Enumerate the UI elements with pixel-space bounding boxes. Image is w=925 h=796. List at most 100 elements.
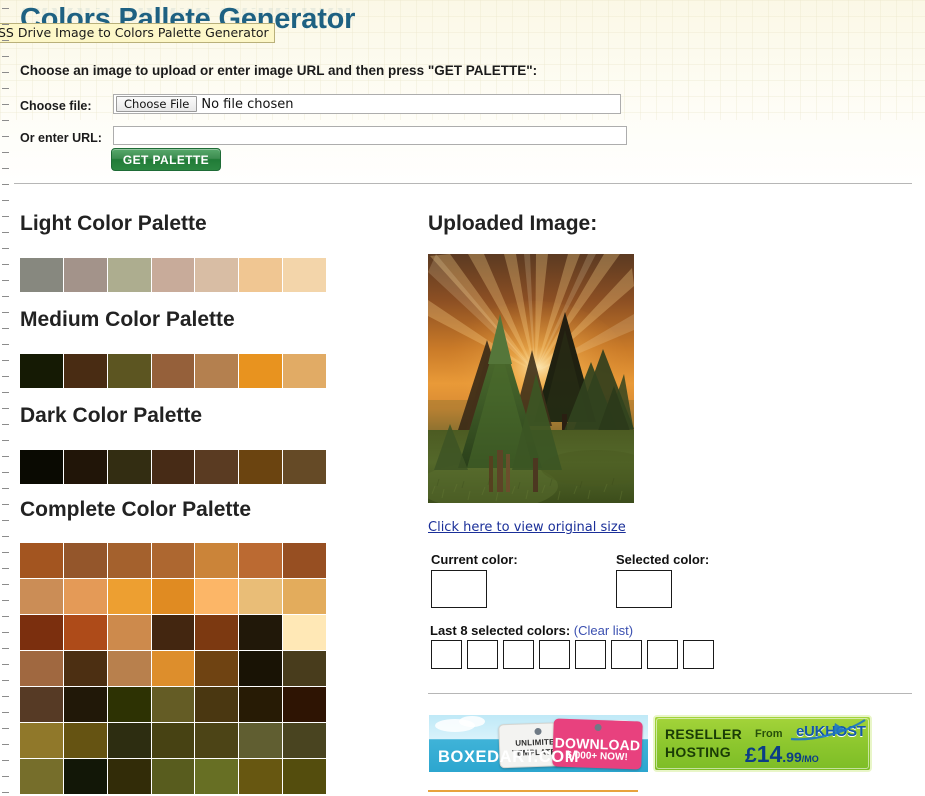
complete-palette-swatch[interactable] [283,723,326,758]
complete-palette-swatch[interactable] [283,651,326,686]
light-palette-swatch[interactable] [283,258,327,292]
light-palette-swatch[interactable] [239,258,284,292]
complete-palette-swatch[interactable] [239,687,283,722]
complete-palette-swatch[interactable] [63,543,107,578]
complete-palette-swatch[interactable] [283,687,326,722]
complete-palette-swatch[interactable] [283,543,326,578]
last-selected-color-swatch[interactable] [683,640,714,669]
dark-palette-swatch[interactable] [107,450,152,484]
complete-palette-swatch[interactable] [63,615,107,650]
complete-palette-swatch[interactable] [63,651,107,686]
last-selected-color-swatch[interactable] [467,640,498,669]
last-selected-color-swatch[interactable] [611,640,642,669]
medium-palette-swatch[interactable] [107,354,152,388]
complete-palette-swatch[interactable] [195,651,239,686]
last-selected-color-swatch[interactable] [575,640,606,669]
complete-palette-swatch[interactable] [151,651,195,686]
complete-palette-swatch[interactable] [195,723,239,758]
complete-palette-swatch[interactable] [107,579,151,614]
complete-palette-swatch[interactable] [239,759,283,794]
dark-palette-swatch[interactable] [20,450,64,484]
complete-palette-swatch[interactable] [63,687,107,722]
complete-palette-swatch[interactable] [20,651,63,686]
complete-palette-swatch[interactable] [20,579,63,614]
complete-palette-swatch[interactable] [20,759,63,794]
complete-palette-swatch[interactable] [239,723,283,758]
dark-palette-swatch[interactable] [151,450,196,484]
dark-palette-swatch[interactable] [63,450,108,484]
complete-palette-swatch[interactable] [151,759,195,794]
medium-palette-swatch[interactable] [283,354,327,388]
light-palette-strip[interactable] [20,258,327,292]
complete-palette-swatch[interactable] [195,615,239,650]
complete-palette-swatch[interactable] [239,579,283,614]
complete-palette-swatch[interactable] [107,759,151,794]
dark-palette-strip[interactable] [20,450,327,484]
complete-palette-swatch[interactable] [20,615,63,650]
complete-palette-swatch[interactable] [107,543,151,578]
browser-tooltip: SS Drive Image to Colors Palette Generat… [0,23,275,43]
complete-palette-swatch[interactable] [239,543,283,578]
light-palette-swatch[interactable] [151,258,196,292]
last-selected-color-swatch[interactable] [539,640,570,669]
complete-palette-swatch[interactable] [195,687,239,722]
current-color-swatch[interactable] [431,570,487,608]
dark-palette-swatch[interactable] [195,450,240,484]
complete-palette-swatch[interactable] [283,579,326,614]
last-selected-color-swatch[interactable] [431,640,462,669]
dark-palette-swatch[interactable] [239,450,284,484]
ad-banner-boxedart[interactable]: UNLIMITED TEMPLATES! DOWNLOAD 6,000+ NOW… [429,715,648,772]
complete-palette-grid[interactable] [20,543,326,794]
complete-palette-swatch[interactable] [239,651,283,686]
complete-palette-swatch[interactable] [20,687,63,722]
complete-palette-swatch[interactable] [151,543,195,578]
complete-palette-swatch[interactable] [20,723,63,758]
last-selected-color-swatch[interactable] [503,640,534,669]
dark-palette-swatch[interactable] [283,450,327,484]
complete-palette-swatch[interactable] [107,687,151,722]
file-upload-field[interactable]: Choose File No file chosen [113,94,621,114]
complete-palette-swatch[interactable] [151,615,195,650]
light-palette-swatch[interactable] [63,258,108,292]
complete-palette-swatch[interactable] [63,723,107,758]
complete-palette-swatch[interactable] [283,759,326,794]
medium-palette-swatch[interactable] [239,354,284,388]
complete-palette-swatch[interactable] [63,759,107,794]
complete-palette-swatch[interactable] [195,543,239,578]
form-instructions: Choose an image to upload or enter image… [20,63,538,78]
light-palette-swatch[interactable] [20,258,64,292]
complete-palette-swatch[interactable] [195,579,239,614]
get-palette-button[interactable]: GET PALETTE [111,148,221,171]
complete-palette-swatch[interactable] [195,759,239,794]
eukhost-line-2: HOSTING [665,744,731,760]
footer-accent-rule [428,790,638,792]
complete-palette-swatch[interactable] [151,723,195,758]
complete-palette-swatch[interactable] [107,615,151,650]
light-palette-swatch[interactable] [107,258,152,292]
view-original-size-link[interactable]: Click here to view original size [428,520,626,535]
complete-palette-swatch[interactable] [151,687,195,722]
medium-palette-swatch[interactable] [63,354,108,388]
medium-palette-swatch[interactable] [151,354,196,388]
medium-palette-swatch[interactable] [20,354,64,388]
choose-file-button[interactable]: Choose File [116,96,198,112]
complete-palette-swatch[interactable] [20,543,63,578]
clear-list-link[interactable]: (Clear list) [574,623,633,638]
complete-palette-swatch[interactable] [283,615,326,650]
uploaded-image-thumbnail[interactable] [428,254,634,503]
complete-palette-swatch[interactable] [107,651,151,686]
last-selected-color-swatch[interactable] [647,640,678,669]
complete-palette-swatch[interactable] [63,579,107,614]
url-input[interactable] [113,126,627,145]
medium-palette-strip[interactable] [20,354,327,388]
price-integer: 14 [756,741,783,767]
ad-banner-eukhost[interactable]: RESELLER HOSTING From £14.99/MO eUKHOST [653,715,872,772]
selected-color-swatch[interactable] [616,570,672,608]
complete-palette-swatch[interactable] [107,723,151,758]
medium-palette-swatch[interactable] [195,354,240,388]
light-palette-swatch[interactable] [195,258,240,292]
complete-palette-swatch[interactable] [151,579,195,614]
tag-hole-icon [594,723,602,732]
last-8-colors-row[interactable] [431,640,714,669]
complete-palette-swatch[interactable] [239,615,283,650]
